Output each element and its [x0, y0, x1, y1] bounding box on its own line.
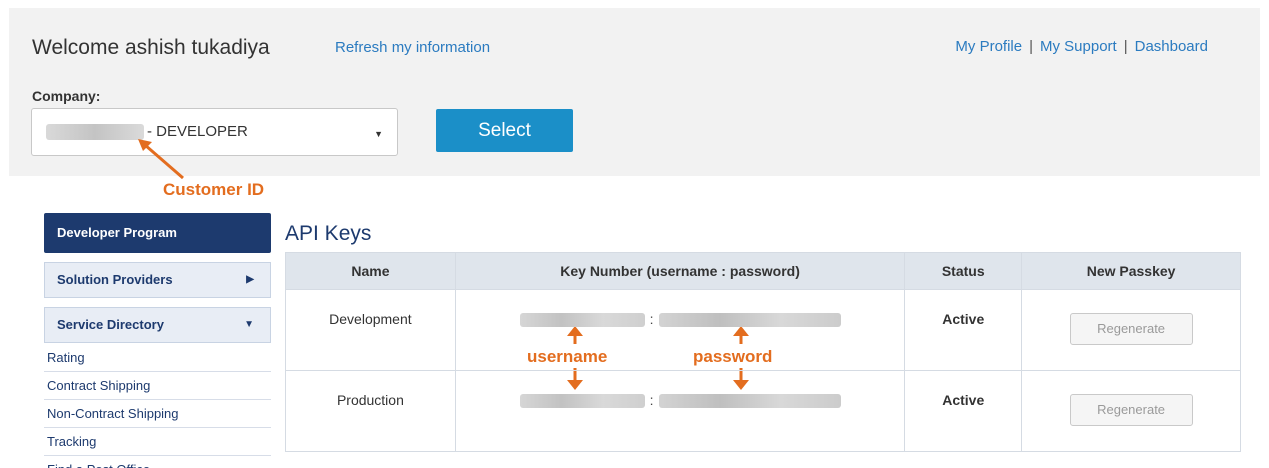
column-header-name: Name: [285, 252, 456, 290]
key-number-cell: :: [454, 289, 906, 371]
sidebar-subitem-non-contract-shipping[interactable]: Non-Contract Shipping: [44, 400, 271, 428]
sidebar-subitem-find-post-office[interactable]: Find a Post Office: [44, 456, 271, 468]
company-label: Company:: [32, 88, 101, 104]
status-badge: Active: [904, 370, 1023, 452]
customer-id-annotation: Customer ID: [163, 180, 265, 199]
new-passkey-cell: Regenerate: [1021, 289, 1241, 371]
sidebar-item-label: Solution Providers: [57, 272, 173, 287]
sidebar-item-solution-providers[interactable]: Solution Providers ▶: [44, 262, 271, 298]
api-keys-table: Name Key Number (username : password) St…: [285, 252, 1241, 452]
key-number-cell: :: [454, 370, 906, 452]
password-redacted: [658, 313, 841, 328]
refresh-info-link[interactable]: Refresh my information: [335, 39, 490, 56]
sidebar-subitem-contract-shipping[interactable]: Contract Shipping: [44, 372, 271, 400]
company-selected-value: - DEVELOPER: [147, 123, 248, 140]
service-directory-sublist: Rating Contract Shipping Non-Contract Sh…: [44, 344, 271, 468]
sidebar-item-developer-program[interactable]: Developer Program: [44, 213, 271, 253]
chevron-down-icon: ▼: [244, 319, 254, 330]
dashboard-link[interactable]: Dashboard: [1135, 38, 1208, 55]
api-keys-title: API Keys: [285, 222, 372, 245]
table-row: Development : Active Regenerate: [285, 289, 1241, 371]
table-header-row: Name Key Number (username : password) St…: [285, 252, 1241, 290]
caret-down-icon: ▼: [374, 129, 383, 139]
table-row: Production : Active Regenerate: [285, 370, 1241, 452]
new-passkey-cell: Regenerate: [1021, 370, 1241, 452]
my-profile-link[interactable]: My Profile: [955, 38, 1022, 55]
column-header-key-number: Key Number (username : password): [454, 252, 906, 290]
link-separator: |: [1029, 38, 1033, 55]
username-redacted: [519, 313, 645, 328]
column-header-new-passkey: New Passkey: [1021, 252, 1241, 290]
sidebar-item-service-directory[interactable]: Service Directory ▼: [44, 307, 271, 343]
password-redacted: [658, 394, 841, 409]
username-redacted: [519, 394, 645, 409]
sidebar-subitem-rating[interactable]: Rating: [44, 344, 271, 372]
link-separator: |: [1123, 38, 1128, 55]
company-select[interactable]: - DEVELOPER ▼: [31, 108, 398, 156]
row-name: Production: [285, 370, 456, 452]
sidebar-item-label: Service Directory: [57, 317, 164, 332]
select-button[interactable]: Select: [436, 109, 573, 152]
chevron-right-icon: ▶: [246, 274, 254, 285]
welcome-message: Welcome ashish tukadiya: [32, 36, 270, 59]
top-links: My Profile | My Support | Dashboard: [955, 38, 1208, 55]
sidebar-subitem-tracking[interactable]: Tracking: [44, 428, 271, 456]
sidebar: Developer Program Solution Providers ▶ S…: [44, 213, 271, 468]
status-badge: Active: [904, 289, 1023, 371]
key-separator: :: [649, 311, 654, 327]
row-name: Development: [285, 289, 456, 371]
key-separator: :: [649, 392, 654, 408]
regenerate-button[interactable]: Regenerate: [1069, 394, 1193, 426]
customer-id-redacted: [46, 124, 144, 140]
my-support-link[interactable]: My Support: [1040, 38, 1117, 55]
regenerate-button[interactable]: Regenerate: [1069, 313, 1193, 345]
column-header-status: Status: [904, 252, 1023, 290]
